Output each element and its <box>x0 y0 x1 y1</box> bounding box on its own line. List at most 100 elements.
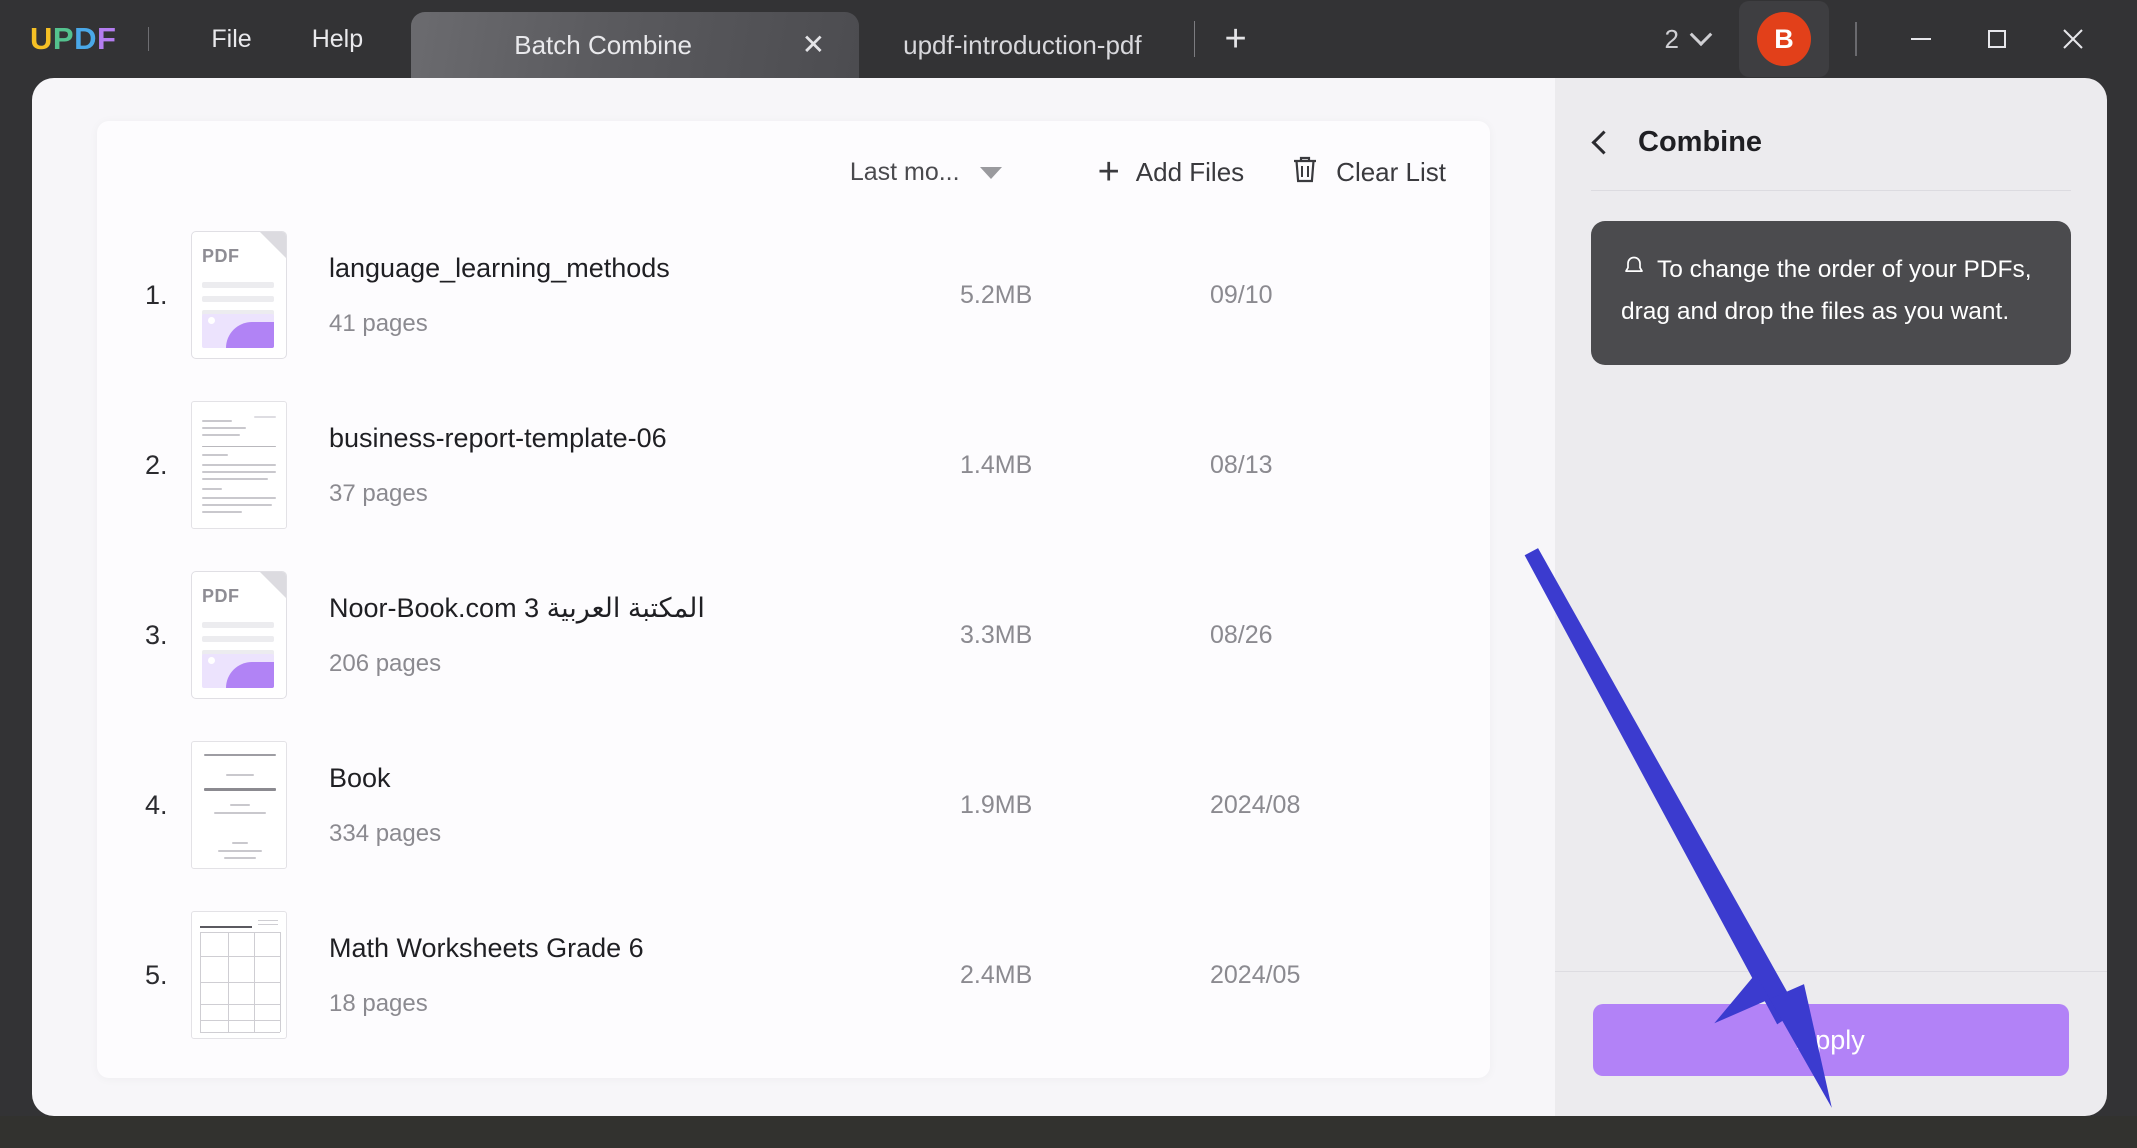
row-index: 2. <box>115 450 189 481</box>
file-pages: 334 pages <box>329 820 960 848</box>
table-row[interactable]: 5. <box>97 890 1490 1060</box>
main-content: Last mo... + Add Files <box>32 78 1555 1116</box>
file-date: 2024/08 <box>1210 791 1490 820</box>
file-pages: 41 pages <box>329 310 960 338</box>
panel-title: Combine <box>1638 126 1762 159</box>
table-row[interactable]: 1. PDF <box>97 210 1490 380</box>
file-date: 08/26 <box>1210 621 1490 650</box>
pdf-file-icon: PDF <box>191 231 287 359</box>
file-thumbnail <box>191 401 287 529</box>
file-thumbnail: PDF <box>191 231 287 359</box>
tab-updf-introduction-pdf[interactable]: updf-introduction-pdf <box>859 12 1185 78</box>
sort-dropdown-label: Last mo... <box>850 158 960 187</box>
bell-icon <box>1621 254 1647 293</box>
thumb-line <box>202 296 274 302</box>
avatar: B <box>1757 12 1811 66</box>
file-size: 2.4MB <box>960 961 1210 990</box>
title-bar-right: 2 B <box>1645 0 2137 78</box>
apply-button[interactable]: Apply <box>1593 1004 2069 1076</box>
tab-count-value: 2 <box>1665 24 1679 55</box>
file-name: Noor-Book.com 3 المكتبة العربية <box>329 593 960 624</box>
row-index: 4. <box>115 790 189 821</box>
row-index: 5. <box>115 960 189 991</box>
book-title-page-preview <box>191 741 287 869</box>
chevron-down-icon <box>1690 23 1713 46</box>
plus-icon: + <box>1098 159 1120 186</box>
logo-divider <box>148 27 149 51</box>
add-files-button[interactable]: + Add Files <box>1098 157 1245 188</box>
file-thumbnail <box>191 911 287 1039</box>
tab-close-icon[interactable]: ✕ <box>802 31 825 59</box>
window-controls-divider <box>1855 22 1857 56</box>
table-row[interactable]: 3. PDF <box>97 550 1490 720</box>
tab-batch-combine[interactable]: Batch Combine ✕ <box>411 12 859 78</box>
updf-logo: UPDF <box>30 21 116 57</box>
file-pages: 18 pages <box>329 990 960 1018</box>
worksheet-grid-preview <box>191 911 287 1039</box>
panel-divider <box>1591 190 2071 191</box>
title-bar: UPDF File Help Batch Combine ✕ updf-intr… <box>0 0 2137 78</box>
clear-list-label: Clear List <box>1336 157 1446 188</box>
file-info: Noor-Book.com 3 المكتبة العربية 206 page… <box>287 593 960 678</box>
sort-dropdown[interactable]: Last mo... <box>850 158 1002 187</box>
row-index: 3. <box>115 620 189 651</box>
table-row[interactable]: 4. <box>97 720 1490 890</box>
account-button[interactable]: B <box>1739 1 1829 77</box>
file-name: language_learning_methods <box>329 253 960 284</box>
table-row[interactable]: 2. <box>97 380 1490 550</box>
close-icon[interactable] <box>2035 0 2111 78</box>
file-date: 08/13 <box>1210 451 1490 480</box>
tab-strip: Batch Combine ✕ updf-introduction-pdf + <box>411 0 1268 78</box>
menu-help[interactable]: Help <box>282 0 393 78</box>
tab-batch-combine-label: Batch Combine <box>514 30 692 61</box>
updf-app-window: UPDF File Help Batch Combine ✕ updf-intr… <box>0 0 2137 1116</box>
trash-icon <box>1290 153 1320 192</box>
menu-file[interactable]: File <box>181 0 281 78</box>
panel-footer: Apply <box>1555 971 2107 1116</box>
file-thumbnail <box>191 741 287 869</box>
file-rows: 1. PDF <box>97 210 1490 1060</box>
logo-letter-d: D <box>74 21 97 57</box>
file-pages: 37 pages <box>329 480 960 508</box>
minimize-icon[interactable] <box>1883 0 1959 78</box>
page-fold-corner <box>260 232 286 258</box>
file-list-toolbar: Last mo... + Add Files <box>97 121 1490 210</box>
tip-text: To change the order of your PDFs, drag a… <box>1621 256 2032 325</box>
add-files-label: Add Files <box>1136 157 1244 188</box>
chevron-left-icon[interactable] <box>1591 130 1615 154</box>
file-info: Book 334 pages <box>287 763 960 848</box>
file-size: 1.9MB <box>960 791 1210 820</box>
file-info: business-report-template-06 37 pages <box>287 423 960 508</box>
maximize-icon[interactable] <box>1959 0 2035 78</box>
file-name: Book <box>329 763 960 794</box>
panel-header: Combine <box>1555 78 2107 168</box>
new-tab-button[interactable]: + <box>1203 0 1269 78</box>
logo-letter-u: U <box>30 21 53 57</box>
tab-count-dropdown[interactable]: 2 <box>1645 24 1729 55</box>
pdf-badge-label: PDF <box>202 246 240 267</box>
file-list-card: Last mo... + Add Files <box>97 121 1490 1078</box>
file-size: 3.3MB <box>960 621 1210 650</box>
thumb-line <box>202 636 274 642</box>
file-info: language_learning_methods 41 pages <box>287 253 960 338</box>
triangle-down-icon <box>980 167 1002 179</box>
file-pages: 206 pages <box>329 650 960 678</box>
file-date: 2024/05 <box>1210 961 1490 990</box>
logo-letter-p: P <box>53 21 74 57</box>
row-index: 1. <box>115 280 189 311</box>
file-name: Math Worksheets Grade 6 <box>329 933 960 964</box>
thumb-line <box>202 282 274 288</box>
logo-letter-f: F <box>97 21 116 57</box>
file-date: 09/10 <box>1210 281 1490 310</box>
combine-side-panel: Combine To change the order of your PDFs… <box>1555 78 2107 1116</box>
clear-list-button[interactable]: Clear List <box>1290 153 1446 192</box>
pdf-badge-label: PDF <box>202 586 240 607</box>
pdf-file-icon: PDF <box>191 571 287 699</box>
panel-spacer <box>1555 365 2107 971</box>
tip-banner: To change the order of your PDFs, drag a… <box>1591 221 2071 365</box>
document-page-preview <box>191 401 287 529</box>
thumb-image-dot <box>208 657 215 664</box>
file-size: 1.4MB <box>960 451 1210 480</box>
file-size: 5.2MB <box>960 281 1210 310</box>
tab-divider <box>1194 21 1195 57</box>
